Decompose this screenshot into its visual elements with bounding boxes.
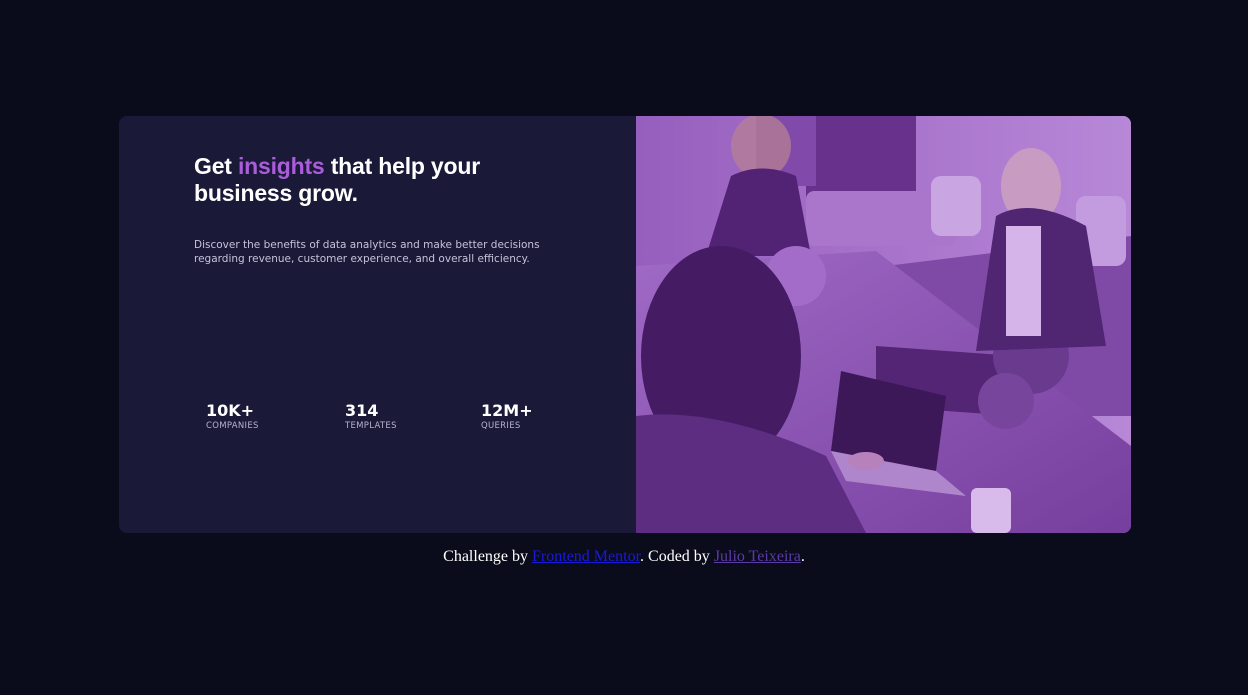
stat-companies: 10K+ COMPANIES	[206, 401, 259, 432]
stat-label: COMPANIES	[206, 421, 259, 431]
stats-row: 10K+ COMPANIES 314 TEMPLATES 12M+ QUERIE…	[206, 402, 546, 442]
stat-templates: 314 TEMPLATES	[345, 401, 397, 432]
card-headline: Get insights that help your business gro…	[194, 153, 534, 207]
office-photo	[636, 116, 1131, 533]
office-photo-illustration	[636, 116, 1131, 533]
author-link[interactable]: Julio Teixeira	[714, 548, 801, 565]
stat-value: 314	[345, 401, 379, 420]
footer-prefix: Challenge by	[443, 548, 533, 565]
attribution-footer: Challenge by Frontend Mentor. Coded by J…	[0, 547, 1248, 567]
card-description: Discover the benefits of data analytics …	[194, 239, 540, 265]
stat-label: TEMPLATES	[345, 421, 397, 431]
stat-value: 10K+	[206, 401, 255, 420]
footer-suffix: .	[800, 548, 805, 565]
stat-value: 12M+	[481, 401, 533, 420]
stat-queries: 12M+ QUERIES	[481, 401, 533, 432]
stats-preview-card: Get insights that help your business gro…	[119, 116, 1131, 533]
stat-label: QUERIES	[481, 421, 521, 431]
card-text-section: Get insights that help your business gro…	[119, 116, 636, 533]
footer-middle: . Coded by	[640, 548, 714, 565]
headline-accent-word: insights	[237, 153, 325, 179]
headline-start: Get	[194, 153, 238, 179]
frontend-mentor-link[interactable]: Frontend Mentor	[532, 548, 640, 565]
